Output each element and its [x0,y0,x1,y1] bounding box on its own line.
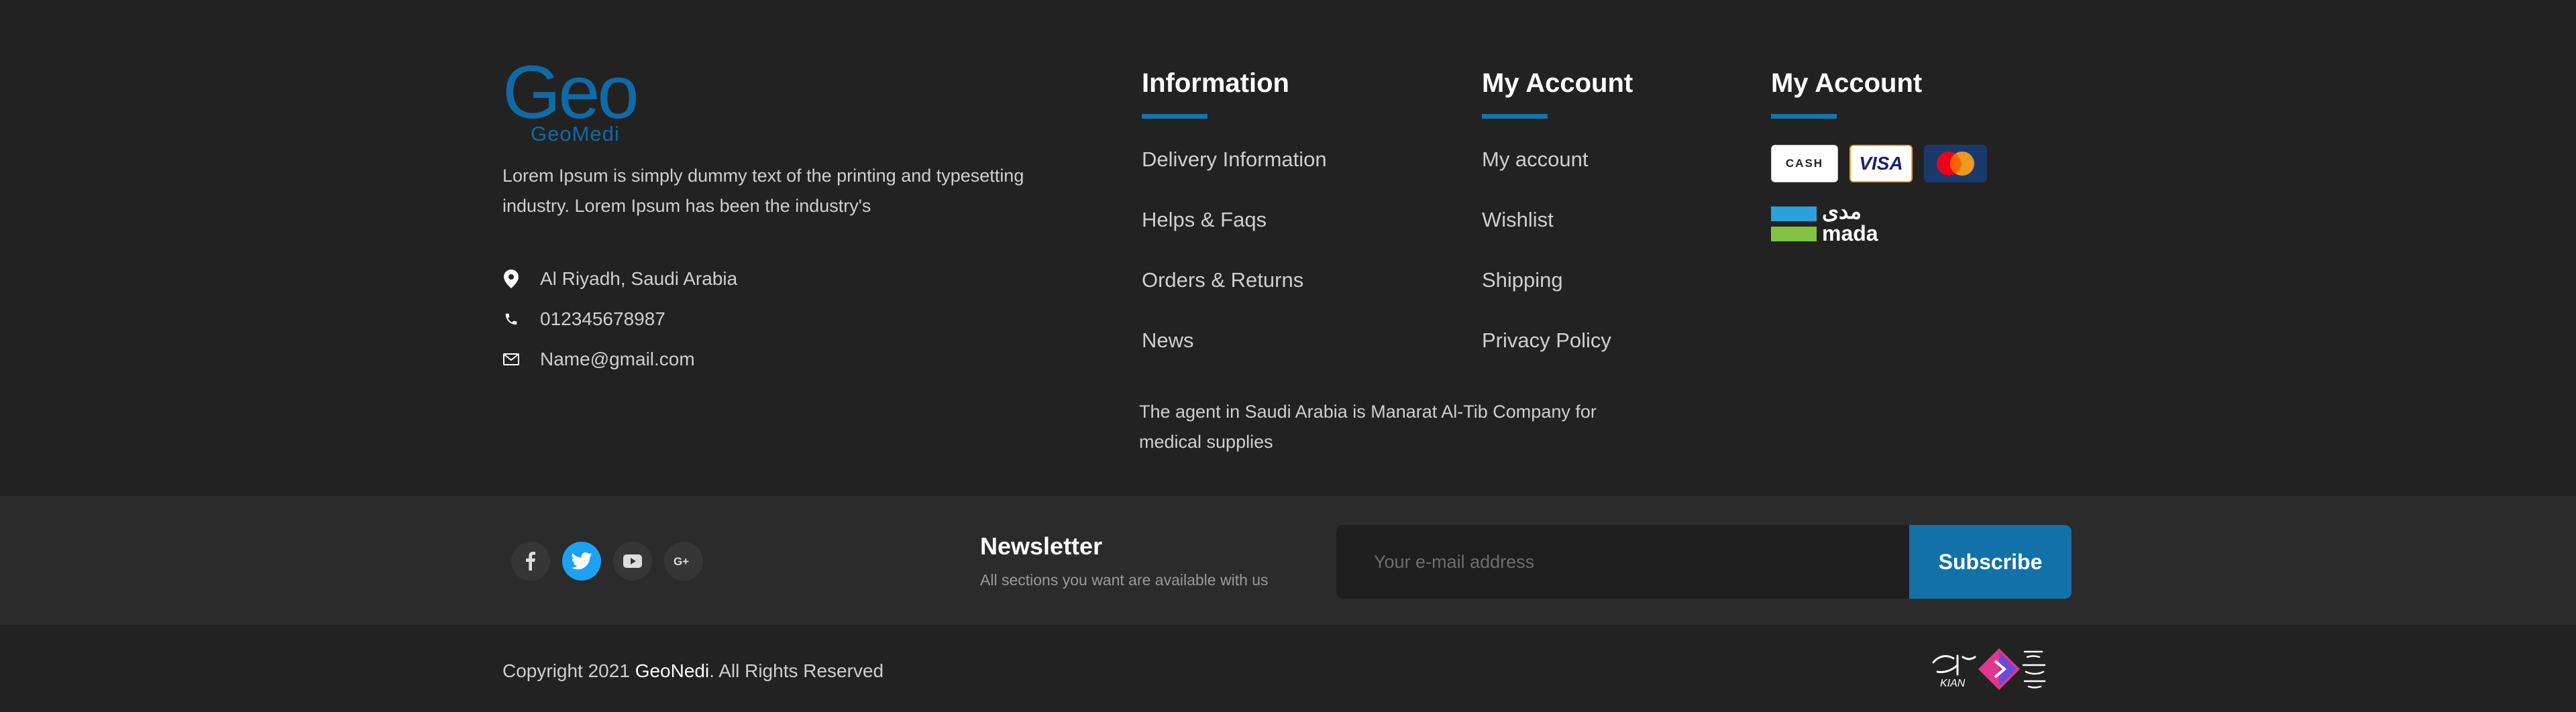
phone-text: 012345678987 [540,308,665,329]
newsletter-title: Newsletter [980,532,1103,560]
contact-address: Al Riyadh, Saudi Arabia [502,265,737,292]
link-delivery-information[interactable]: Delivery Information [1142,147,1327,172]
link-wishlist[interactable]: Wishlist [1482,208,1554,232]
location-pin-icon [502,270,520,288]
visa-label: VISA [1859,153,1903,174]
cash-badge: CASH [1771,145,1838,182]
link-shipping[interactable]: Shipping [1482,268,1563,292]
mada-arabic: مدى [1822,199,1862,223]
link-helps-faqs[interactable]: Helps & Faqs [1142,208,1267,232]
my-account-title: My Account [1482,68,1633,98]
facebook-icon[interactable] [511,542,550,581]
agent-note: The agent in Saudi Arabia is Manarat Al-… [1139,402,1597,452]
about-text: Lorem Ipsum is simply dummy text of the … [502,166,1024,216]
copyright-text: Copyright 2021 GeoNedi. All Rights Reser… [502,660,883,682]
copyright-suffix: . All Rights Reserved [709,660,884,681]
link-orders-returns[interactable]: Orders & Returns [1142,268,1303,292]
phone-icon [502,310,520,328]
google-plus-icon[interactable]: G+ [664,542,703,581]
my-account-underline [1482,114,1548,119]
newsletter-email-input[interactable] [1336,525,1909,599]
subscribe-button[interactable]: Subscribe [1909,525,2072,599]
payment-underline [1771,114,1837,119]
youtube-icon[interactable] [613,542,652,581]
information-title: Information [1142,68,1289,98]
copyright-band [0,625,2576,712]
twitter-icon[interactable] [562,542,601,581]
payment-title: My Account [1771,68,1923,98]
mail-icon [502,351,520,368]
information-underline [1142,114,1208,119]
mada-logo: مدى mada [1771,199,1885,245]
logo-subtitle: GeoMedi [531,122,620,145]
address-text: Al Riyadh, Saudi Arabia [540,268,738,289]
visa-badge: VISA [1849,145,1913,182]
mastercard-badge [1924,145,1987,182]
contact-email[interactable]: Name@gmail.com [502,346,695,373]
newsletter-band [0,496,2576,625]
copyright-prefix: Copyright 2021 [502,660,635,681]
geomedi-logo[interactable]: Geo GeoMedi [502,55,650,147]
copyright-brand[interactable]: GeoNedi [635,660,710,681]
svg-text:G+: G+ [674,555,689,568]
link-my-account[interactable]: My account [1482,147,1589,172]
link-news[interactable]: News [1142,329,1194,353]
logo-wordmark: Geo [502,50,639,134]
kian-agency-logo[interactable]: KIAN [1931,642,2073,693]
mada-latin: mada [1822,221,1878,245]
contact-phone[interactable]: 012345678987 [502,306,665,333]
svg-text:KIAN: KIAN [1940,678,1966,689]
link-privacy-policy[interactable]: Privacy Policy [1482,329,1611,353]
newsletter-subtitle: All sections you want are available with… [980,571,1269,589]
email-text: Name@gmail.com [540,349,695,369]
